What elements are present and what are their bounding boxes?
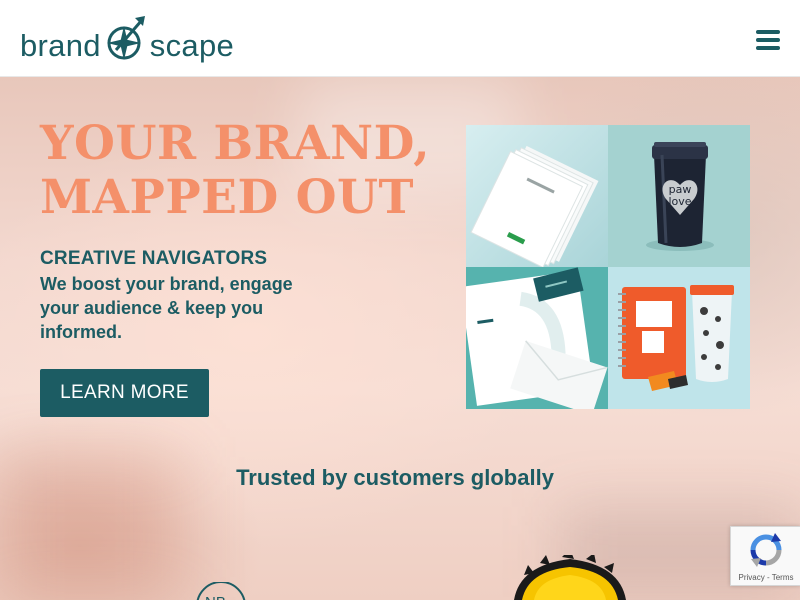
client-logo-nb-text: NB — [205, 594, 226, 600]
recaptcha-badge[interactable]: Privacy - Terms — [730, 526, 800, 586]
svg-text:love: love — [668, 195, 691, 208]
site-header: brand scape — [0, 0, 800, 77]
tumbler-product-image: paw love — [608, 125, 750, 267]
client-logo-sun — [514, 555, 626, 600]
trusted-heading: Trusted by customers globally — [236, 465, 554, 490]
hamburger-menu-icon[interactable] — [756, 30, 780, 50]
hero-section: YOUR BRAND, MAPPED OUT CREATIVE NAVIGATO… — [0, 77, 800, 600]
learn-more-button[interactable]: LEARN MORE — [40, 369, 209, 417]
product-gallery: paw love — [466, 125, 750, 409]
notebook-cup-product-image — [608, 267, 750, 409]
privacy-link[interactable]: Privacy — [739, 573, 765, 582]
link-separator: - — [764, 573, 772, 582]
menu-bar — [756, 46, 780, 50]
menu-bar — [756, 30, 780, 34]
headline-line: MAPPED OUT — [40, 170, 415, 225]
envelopes-product-image — [466, 125, 608, 267]
headline-line: YOUR BRAND, — [40, 116, 431, 171]
compass-arrow-icon — [106, 16, 145, 60]
logo-text-scape: scape — [149, 28, 235, 63]
recaptcha-icon — [750, 533, 782, 567]
stationery-product-image — [466, 267, 608, 409]
recaptcha-links: Privacy - Terms — [731, 573, 800, 582]
hero-headline: YOUR BRAND, MAPPED OUT — [40, 117, 460, 225]
brandscape-logo[interactable]: brand scape — [20, 14, 234, 62]
terms-link[interactable]: Terms — [772, 573, 794, 582]
logo-text-brand: brand — [20, 28, 101, 63]
menu-bar — [756, 38, 780, 42]
hero-subtitle: CREATIVE NAVIGATORS — [40, 248, 268, 269]
hero-description: We boost your brand, engage your audienc… — [40, 274, 293, 342]
